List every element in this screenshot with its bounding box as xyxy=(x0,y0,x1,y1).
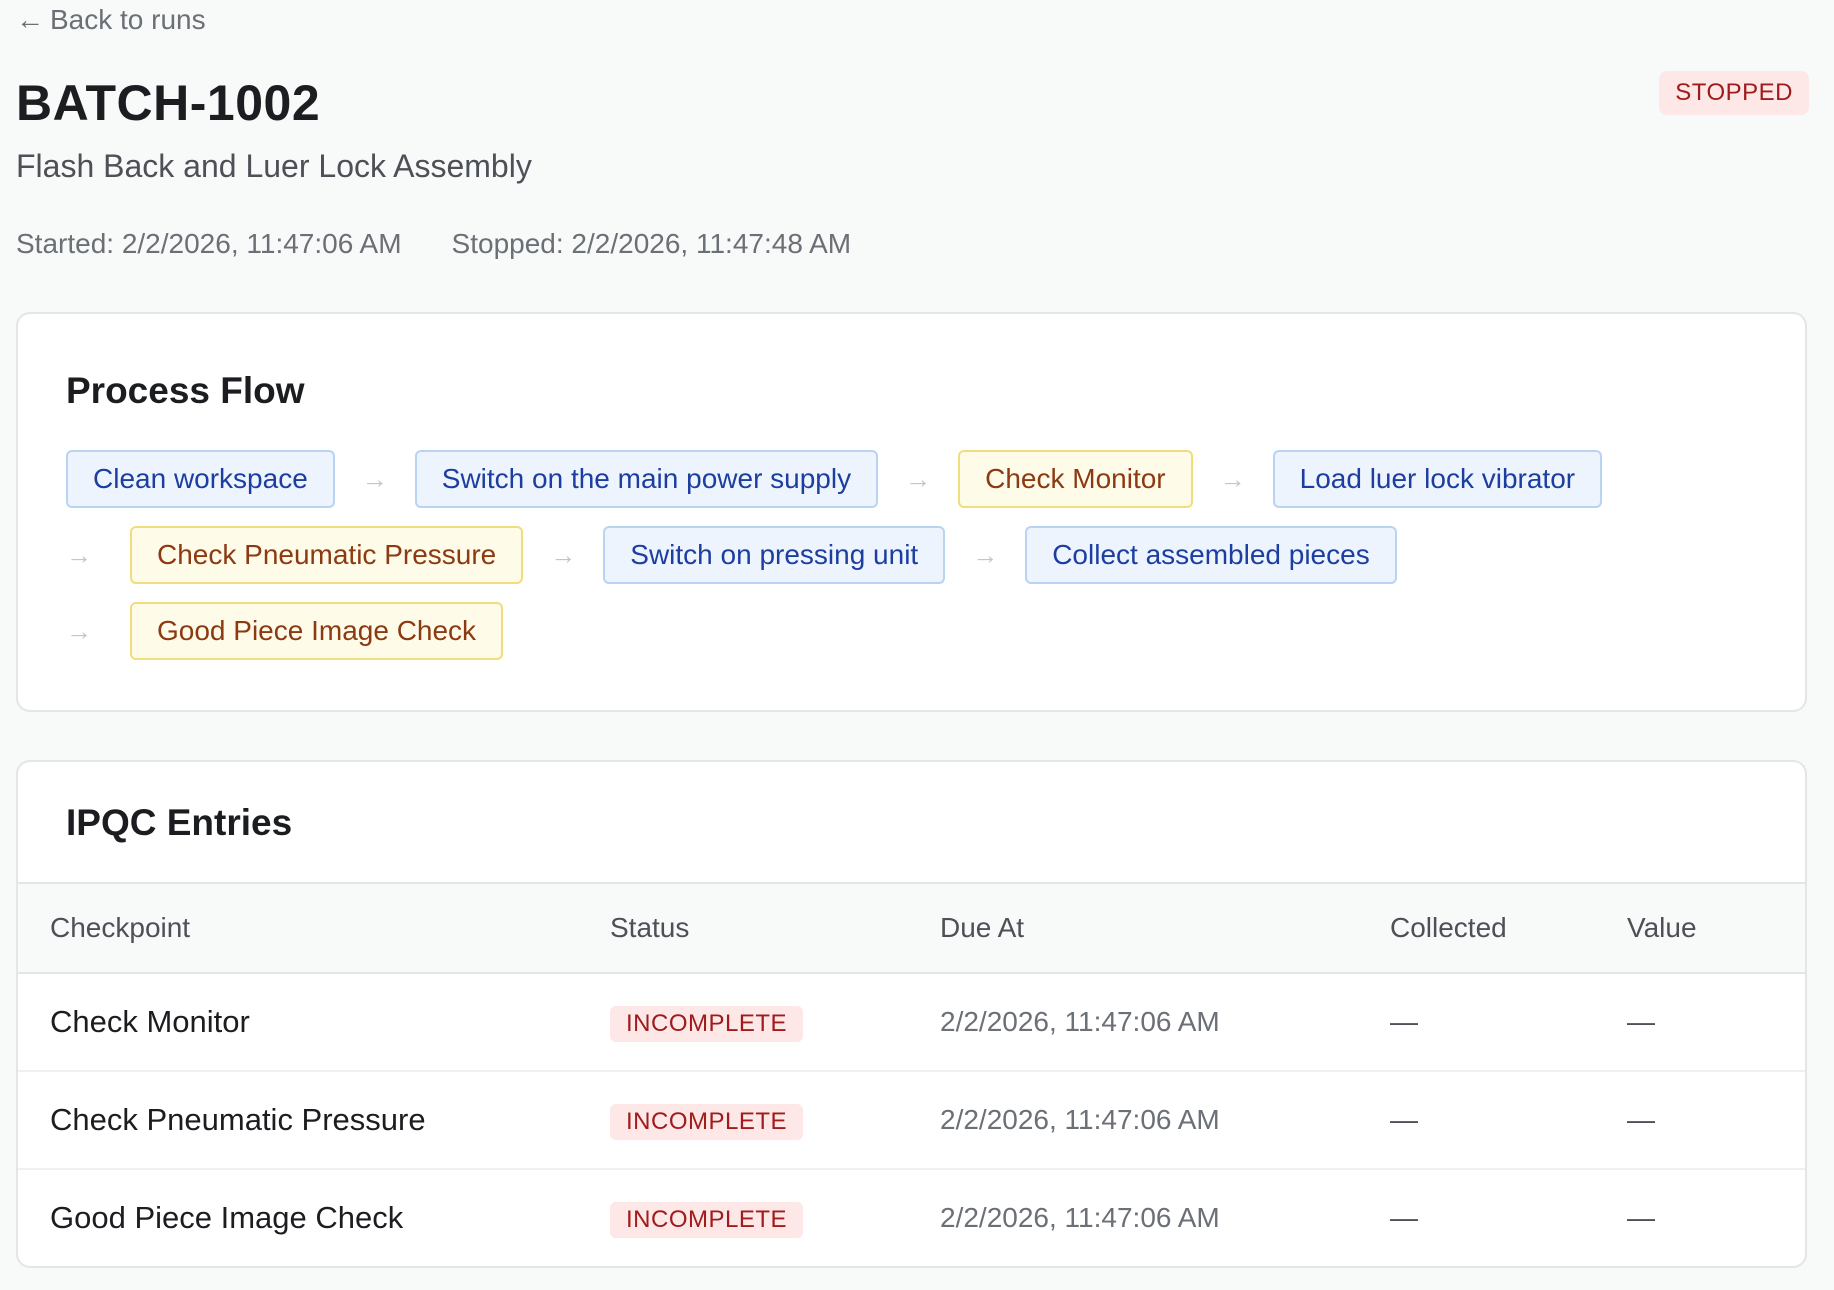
due-at-cell: 2/2/2026, 11:47:06 AM xyxy=(940,1202,1220,1233)
value-cell: — xyxy=(1627,973,1805,1072)
collected-cell: — xyxy=(1390,973,1627,1072)
ipqc-table: Checkpoint Status Due At Collected Value… xyxy=(18,882,1805,1266)
flow-step-check-pneumatic-pressure[interactable]: Check Pneumatic Pressure xyxy=(130,526,524,584)
status-cell: INCOMPLETE xyxy=(610,1071,940,1170)
column-header-due-at: Due At xyxy=(940,912,1025,943)
column-header-checkpoint: Checkpoint xyxy=(50,912,191,943)
column-header-value: Value xyxy=(1627,912,1697,943)
run-timestamps: Started: 2/2/2026, 11:47:06 AM Stopped: … xyxy=(16,228,851,260)
value-cell: — xyxy=(1627,1202,1655,1233)
status-badge: STOPPED xyxy=(1659,71,1809,115)
checkpoint-cell: Check Pneumatic Pressure xyxy=(18,1071,610,1170)
due-at-cell: 2/2/2026, 11:47:06 AM xyxy=(940,973,1390,1072)
flow-step-load-luer-lock-vibrator[interactable]: Load luer lock vibrator xyxy=(1272,450,1603,508)
page-title: BATCH-1002 xyxy=(16,75,321,131)
status-cell: INCOMPLETE xyxy=(610,973,940,1072)
status-badge: INCOMPLETE xyxy=(610,1201,804,1238)
collected-cell: — xyxy=(1390,1202,1418,1233)
table-row[interactable]: Check Monitor INCOMPLETE 2/2/2026, 11:47… xyxy=(18,973,1805,1072)
flow-row-1: Clean workspace → Switch on the main pow… xyxy=(66,450,1603,508)
flow-step-switch-on-power[interactable]: Switch on the main power supply xyxy=(414,450,879,508)
flow-step-good-piece-image-check[interactable]: Good Piece Image Check xyxy=(130,602,504,660)
process-flow-card: Process Flow Clean workspace → Switch on… xyxy=(16,312,1807,712)
flow-arrow-icon: → xyxy=(972,539,999,570)
table-row[interactable]: Check Pneumatic Pressure INCOMPLETE 2/2/… xyxy=(18,1071,1805,1170)
flow-arrow-icon: → xyxy=(361,463,388,494)
flow-arrow-icon: → xyxy=(905,463,932,494)
back-link-label: Back to runs xyxy=(50,4,206,35)
back-arrow-icon: ← xyxy=(16,4,44,35)
flow-step-collect-assembled-pieces[interactable]: Collect assembled pieces xyxy=(1025,526,1397,584)
flow-arrow-icon: → xyxy=(66,539,92,570)
column-header-status: Status xyxy=(610,912,690,943)
checkpoint-cell: Good Piece Image Check xyxy=(50,1200,404,1235)
status-badge: INCOMPLETE xyxy=(610,1103,804,1140)
flow-step-clean-workspace[interactable]: Clean workspace xyxy=(66,450,335,508)
started-time: Started: 2/2/2026, 11:47:06 AM xyxy=(16,228,402,259)
flow-arrow-icon: → xyxy=(66,615,92,646)
process-name: Flash Back and Luer Lock Assembly xyxy=(16,148,532,184)
ipqc-entries-title: IPQC Entries xyxy=(66,802,293,843)
status-badge: INCOMPLETE xyxy=(610,1005,804,1042)
due-at-cell: 2/2/2026, 11:47:06 AM xyxy=(940,1071,1390,1170)
checkpoint-cell: Check Monitor xyxy=(18,973,610,1072)
flow-step-check-monitor[interactable]: Check Monitor xyxy=(958,450,1193,508)
flow-row-2: → Check Pneumatic Pressure → Switch on p… xyxy=(66,526,1397,584)
table-row[interactable]: Good Piece Image Check INCOMPLETE 2/2/20… xyxy=(18,1169,1805,1266)
column-header-collected: Collected xyxy=(1390,912,1507,943)
collected-cell: — xyxy=(1390,1071,1627,1170)
ipqc-entries-card: IPQC Entries Checkpoint Status Due At Co… xyxy=(16,760,1807,1268)
process-flow-title: Process Flow xyxy=(66,370,305,411)
table-header-row: Checkpoint Status Due At Collected Value xyxy=(18,883,1805,973)
flow-row-3: → Good Piece Image Check xyxy=(66,602,504,660)
value-cell: — xyxy=(1627,1071,1805,1170)
status-cell: INCOMPLETE xyxy=(610,1169,940,1266)
flow-arrow-icon: → xyxy=(1219,463,1246,494)
flow-step-switch-on-pressing-unit[interactable]: Switch on pressing unit xyxy=(603,526,946,584)
stopped-time: Stopped: 2/2/2026, 11:47:48 AM xyxy=(451,228,852,259)
flow-arrow-icon: → xyxy=(550,539,577,570)
back-to-runs-link[interactable]: ← Back to runs xyxy=(16,4,206,36)
